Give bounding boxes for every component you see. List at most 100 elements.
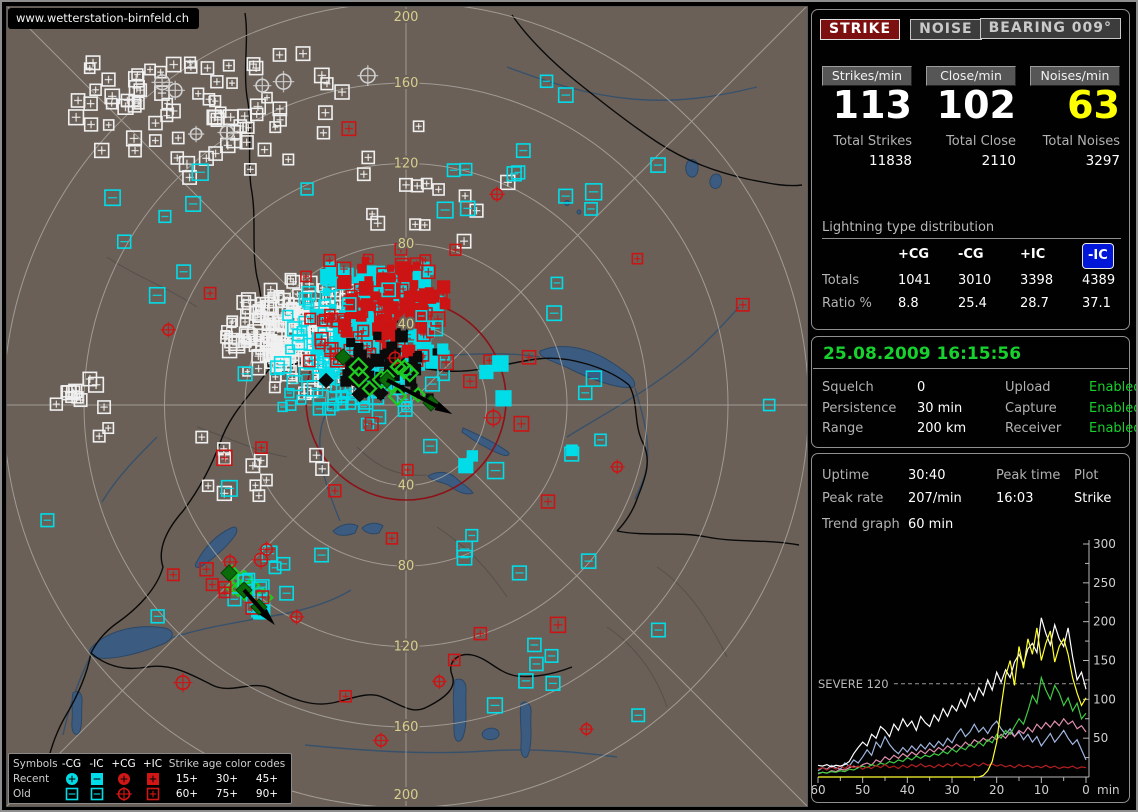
- peak-rate-label: Peak rate: [822, 487, 908, 510]
- capture-status: Enabled: [1089, 399, 1138, 420]
- svg-text:50: 50: [1093, 731, 1108, 745]
- trend-graph: 501001502002503006050403020100minSEVERE …: [812, 526, 1129, 802]
- uptime-value: 30:40: [908, 464, 996, 487]
- peak-time-value: 16:03: [996, 487, 1074, 510]
- receiver-label: Receiver: [1005, 419, 1089, 440]
- svg-text:10: 10: [1034, 783, 1049, 797]
- svg-text:SEVERE 120: SEVERE 120: [818, 677, 889, 691]
- plot-value: Strike: [1074, 487, 1119, 510]
- dist-totals-label: Totals: [822, 269, 898, 293]
- dist-totals-ncg: 3010: [958, 269, 1020, 293]
- datetime: 25.08.2009 16:15:56: [813, 337, 1128, 369]
- svg-text:200: 200: [394, 10, 419, 25]
- svg-text:160: 160: [394, 720, 419, 735]
- legend-symbol-recent-pcg-icon: [109, 772, 138, 786]
- svg-text:40: 40: [900, 783, 915, 797]
- legend-type-ncg: -CG: [59, 758, 84, 770]
- status-panel: 25.08.2009 16:15:56 Squelch 0 Upload Ena…: [811, 336, 1130, 448]
- svg-text:40: 40: [398, 318, 415, 333]
- total-close-value: 2110: [926, 153, 1016, 169]
- dist-totals-nic: 4389: [1082, 269, 1121, 293]
- legend-symbols-header: Symbols: [13, 758, 59, 770]
- strike-stats-panel: STRIKE NOISE BEARING 009° Strikes/min Cl…: [811, 9, 1130, 330]
- lightning-type-distribution: Lightning type distribution +CG -CG +IC …: [822, 220, 1121, 316]
- svg-text:80: 80: [398, 237, 415, 252]
- map-canvas[interactable]: 40 40 80 80 120 120 160 160 200 200: [7, 7, 807, 806]
- legend-type-nic: -IC: [84, 758, 109, 770]
- strikes-per-min-value: 113: [822, 86, 912, 124]
- legend-type-pcg: +CG: [109, 758, 138, 770]
- svg-text:50: 50: [855, 783, 870, 797]
- total-close-label: Total Close: [926, 134, 1016, 149]
- legend-type-pic: +IC: [138, 758, 167, 770]
- svg-text:160: 160: [394, 76, 419, 91]
- bearing-indicator: BEARING 009°: [980, 18, 1121, 39]
- totals-values-row: 11838 2110 3297: [822, 153, 1120, 169]
- dist-header-pic: +IC: [1020, 243, 1082, 269]
- svg-text:60: 60: [812, 783, 826, 797]
- lightning-map[interactable]: 40 40 80 80 120 120 160 160 200 200 www.wettersta…: [6, 6, 808, 807]
- legend-age-90: 90+: [247, 788, 287, 800]
- svg-text:80: 80: [398, 559, 415, 574]
- legend-age-15: 15+: [167, 773, 207, 785]
- range-value: 200 km: [917, 419, 1005, 440]
- svg-text:250: 250: [1093, 576, 1116, 590]
- map-legend: Symbols -CG -IC +CG +IC Strike age color…: [8, 753, 292, 804]
- legend-age-30: 30+: [207, 773, 247, 785]
- mode-buttons-row: STRIKE NOISE BEARING 009°: [820, 18, 1121, 40]
- svg-text:120: 120: [394, 640, 419, 655]
- svg-text:300: 300: [1093, 537, 1116, 551]
- svg-text:min: min: [1097, 783, 1120, 797]
- dist-ratio-ncg: 25.4: [958, 292, 1020, 316]
- total-noises-label: Total Noises: [1030, 134, 1120, 149]
- legend-symbol-old-nic-icon: [84, 787, 109, 801]
- svg-text:20: 20: [989, 783, 1004, 797]
- legend-recent-label: Recent: [13, 773, 59, 785]
- station-url: www.wetterstation-birnfeld.ch: [8, 8, 199, 29]
- persistence-label: Persistence: [822, 399, 917, 420]
- legend-age-45: 45+: [247, 773, 287, 785]
- legend-symbol-recent-pic-icon: [138, 772, 167, 786]
- legend-symbol-recent-ncg-icon: [59, 772, 84, 786]
- svg-text:200: 200: [1093, 615, 1116, 629]
- peak-time-label: Peak time: [996, 464, 1074, 487]
- upload-status: Enabled: [1089, 378, 1138, 399]
- legend-age-75: 75+: [207, 788, 247, 800]
- noises-per-min-value: 63: [1030, 86, 1120, 124]
- legend-symbol-old-pic-icon: [138, 787, 167, 801]
- dist-header-ncg: -CG: [958, 243, 1020, 269]
- strike-button[interactable]: STRIKE: [820, 19, 900, 40]
- persistence-value: 30 min: [917, 399, 1005, 420]
- dist-totals-pcg: 1041: [898, 269, 958, 293]
- svg-text:200: 200: [394, 788, 419, 803]
- receiver-status: Enabled: [1089, 419, 1138, 440]
- total-strikes-value: 11838: [822, 153, 912, 169]
- svg-text:100: 100: [1093, 692, 1116, 706]
- svg-text:40: 40: [398, 479, 415, 494]
- legend-age-60: 60+: [167, 788, 207, 800]
- total-strikes-label: Total Strikes: [822, 134, 912, 149]
- squelch-value: 0: [917, 378, 1005, 399]
- noise-button[interactable]: NOISE: [910, 19, 981, 40]
- distribution-title: Lightning type distribution: [822, 220, 1121, 239]
- legend-symbol-old-pcg-icon: [109, 787, 138, 801]
- legend-symbol-recent-nic-icon: [84, 772, 109, 786]
- legend-symbol-old-ncg-icon: [59, 787, 84, 801]
- dist-ratio-pcg: 8.8: [898, 292, 958, 316]
- svg-text:120: 120: [394, 157, 419, 172]
- dist-header-nic-selected[interactable]: -IC: [1082, 243, 1114, 269]
- legend-old-label: Old: [13, 788, 59, 800]
- uptime-label: Uptime: [822, 464, 908, 487]
- dist-ratio-label: Ratio %: [822, 292, 898, 316]
- dist-ratio-pic: 28.7: [1020, 292, 1082, 316]
- squelch-label: Squelch: [822, 378, 917, 399]
- svg-text:30: 30: [944, 783, 959, 797]
- range-label: Range: [822, 419, 917, 440]
- capture-label: Capture: [1005, 399, 1089, 420]
- svg-text:0: 0: [1082, 783, 1090, 797]
- trend-panel: Uptime 30:40 Peak time Plot Peak rate 20…: [811, 453, 1130, 803]
- svg-text:150: 150: [1093, 654, 1116, 668]
- dist-totals-pic: 3398: [1020, 269, 1082, 293]
- totals-labels-row: Total Strikes Total Close Total Noises: [822, 134, 1120, 149]
- rate-values-row: 113 102 63: [822, 86, 1120, 124]
